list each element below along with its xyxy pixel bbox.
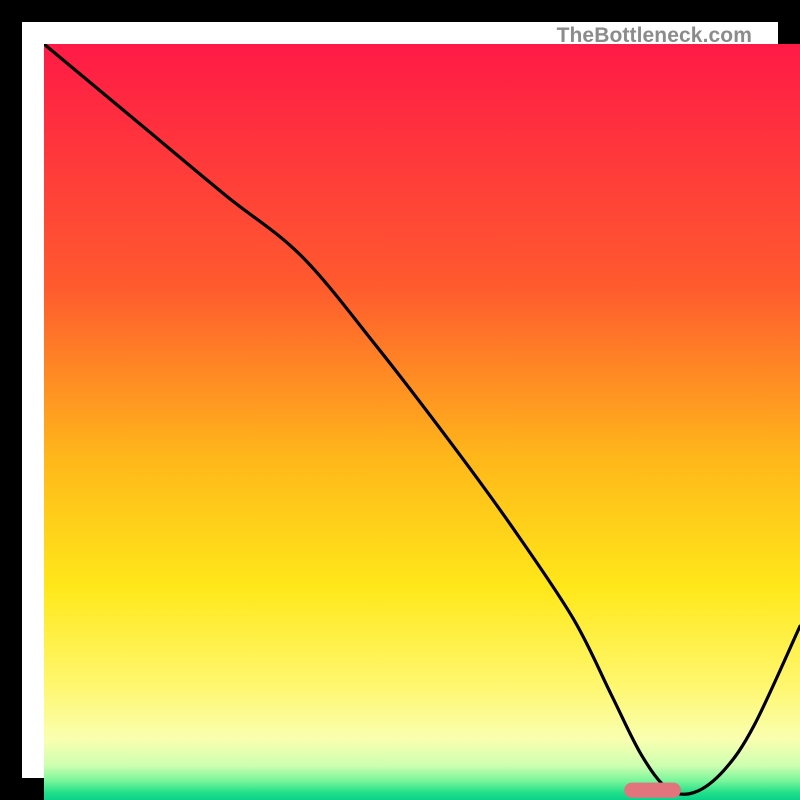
plot-area	[44, 44, 800, 800]
optimal-marker	[624, 783, 681, 798]
plot-svg	[44, 44, 800, 800]
chart-frame: TheBottleneck.com	[0, 0, 800, 800]
gradient-backdrop	[44, 44, 800, 800]
watermark-label: TheBottleneck.com	[557, 24, 752, 48]
